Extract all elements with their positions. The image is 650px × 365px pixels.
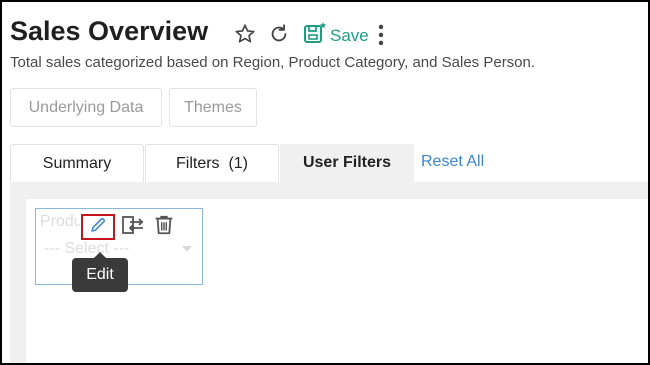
save-button[interactable]: Save [303, 21, 369, 50]
edit-pencil-icon [89, 216, 107, 239]
star-icon [234, 23, 256, 50]
swap-arrows-icon [121, 214, 145, 241]
delete-button[interactable] [147, 214, 181, 240]
trash-icon [153, 214, 175, 241]
refresh-button[interactable] [268, 23, 290, 50]
tab-summary[interactable]: Summary [10, 144, 144, 182]
save-icon [303, 21, 327, 50]
more-vertical-icon [373, 23, 389, 52]
report-description: Total sales categorized based on Region,… [10, 54, 536, 71]
page-title: Sales Overview [10, 16, 209, 46]
more-options-button[interactable] [373, 23, 389, 52]
edit-button[interactable] [81, 214, 115, 240]
tab-filters[interactable]: Filters (1) [145, 144, 279, 182]
underlying-data-button[interactable]: Underlying Data [10, 88, 162, 127]
refresh-icon [268, 23, 290, 50]
themes-button[interactable]: Themes [169, 88, 257, 127]
filter-select[interactable]: --- Select --- [44, 240, 129, 258]
favorite-button[interactable] [234, 23, 256, 50]
swap-position-button[interactable] [116, 214, 150, 240]
edit-tooltip: Edit [72, 252, 128, 292]
chevron-down-icon [182, 246, 192, 252]
reset-all-link[interactable]: Reset All [421, 153, 484, 171]
tab-user-filters[interactable]: User Filters [280, 144, 414, 182]
save-label: Save [330, 25, 369, 45]
